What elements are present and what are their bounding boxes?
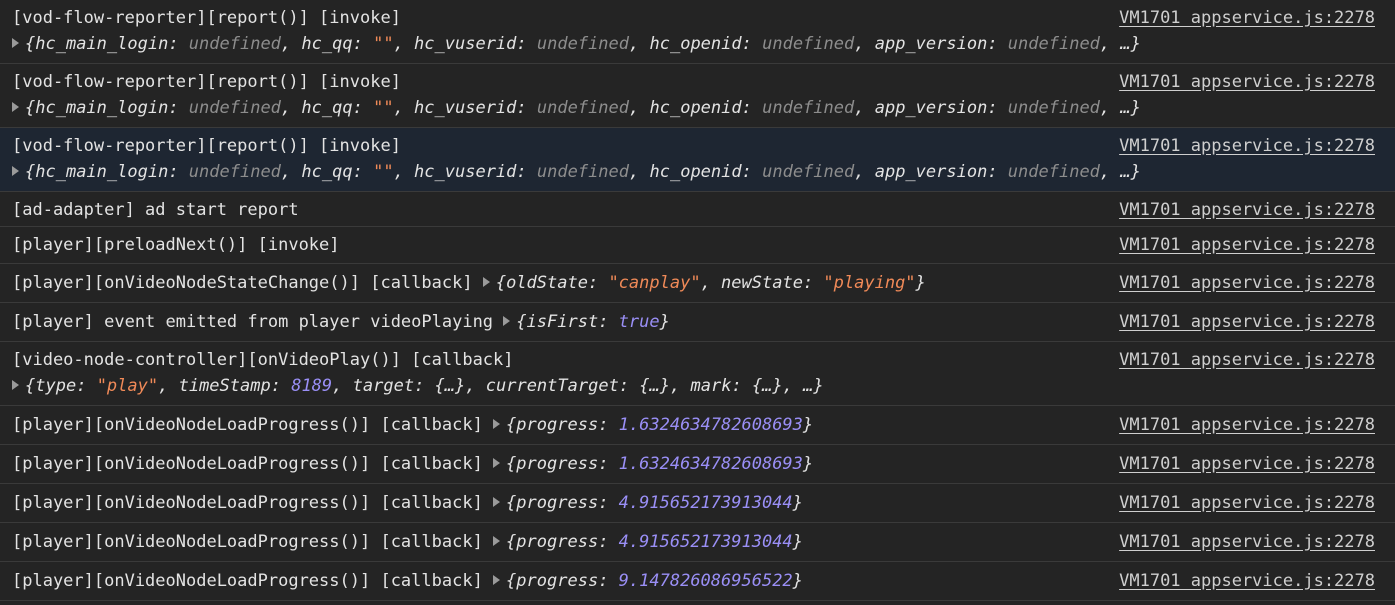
source-link[interactable]: VM1701 appservice.js:2278 [1119, 347, 1375, 373]
source-link[interactable]: VM1701 appservice.js:2278 [1119, 232, 1375, 258]
expand-triangle-icon[interactable] [493, 497, 501, 507]
log-text: [player][onVideoNodeLoadProgress()] [cal… [12, 454, 494, 474]
console-message: [video-node-controller][onVideoPlay()] [… [0, 342, 1395, 406]
object-preview[interactable]: {progress: 1.6324634782608693} [493, 415, 813, 435]
expand-triangle-icon[interactable] [493, 419, 501, 429]
object-preview[interactable]: {progress: 4.915652173913044} [493, 493, 803, 513]
expand-triangle-icon[interactable] [503, 316, 511, 326]
expand-triangle-icon[interactable] [493, 536, 501, 546]
console-message: [player][onVideoNodeLoadProgress()] [cal… [0, 562, 1395, 601]
object-preview[interactable]: {hc_main_login: undefined, hc_qq: "", hc… [12, 159, 1375, 185]
source-link[interactable]: VM1701 appservice.js:2278 [1119, 133, 1375, 159]
console-message: [vod-flow-reporter][report()] [invoke] V… [0, 128, 1395, 192]
devtools-console: [vod-flow-reporter][report()] [invoke] V… [0, 0, 1395, 601]
source-link[interactable]: VM1701 appservice.js:2278 [1119, 451, 1375, 477]
object-preview[interactable]: {oldState: "canplay", newState: "playing… [482, 273, 926, 293]
console-message: [player][onVideoNodeLoadProgress()] [cal… [0, 406, 1395, 445]
console-message: [player][onVideoNodeStateChange()] [call… [0, 264, 1395, 303]
log-text: [player][onVideoNodeLoadProgress()] [cal… [12, 571, 494, 591]
console-message: [player][preloadNext()] [invoke] VM1701 … [0, 227, 1395, 264]
log-text: [player][preloadNext()] [invoke] [12, 235, 340, 255]
object-preview[interactable]: {isFirst: true} [503, 312, 670, 332]
log-text: [ad-adapter] ad start report [12, 200, 299, 220]
console-message: [vod-flow-reporter][report()] [invoke] V… [0, 64, 1395, 128]
source-link[interactable]: VM1701 appservice.js:2278 [1119, 529, 1375, 555]
console-message: [player] event emitted from player video… [0, 303, 1395, 342]
expand-triangle-icon[interactable] [12, 380, 19, 390]
object-preview[interactable]: {hc_main_login: undefined, hc_qq: "", hc… [12, 31, 1375, 57]
source-link[interactable]: VM1701 appservice.js:2278 [1119, 270, 1375, 296]
log-text: [player][onVideoNodeLoadProgress()] [cal… [12, 493, 494, 513]
expand-triangle-icon[interactable] [493, 458, 501, 468]
log-text: [player][onVideoNodeLoadProgress()] [cal… [12, 532, 494, 552]
console-message: [player][onVideoNodeLoadProgress()] [cal… [0, 523, 1395, 562]
log-text: [player][onVideoNodeStateChange()] [call… [12, 273, 483, 293]
source-link[interactable]: VM1701 appservice.js:2278 [1119, 412, 1375, 438]
source-link[interactable]: VM1701 appservice.js:2278 [1119, 197, 1375, 223]
source-link[interactable]: VM1701 appservice.js:2278 [1119, 568, 1375, 594]
log-text: [player][onVideoNodeLoadProgress()] [cal… [12, 415, 494, 435]
log-text: [vod-flow-reporter][report()] [invoke] [12, 72, 401, 92]
log-text: [vod-flow-reporter][report()] [invoke] [12, 136, 401, 156]
source-link[interactable]: VM1701 appservice.js:2278 [1119, 490, 1375, 516]
source-link[interactable]: VM1701 appservice.js:2278 [1119, 309, 1375, 335]
console-message: [player][onVideoNodeLoadProgress()] [cal… [0, 445, 1395, 484]
object-preview[interactable]: {progress: 1.6324634782608693} [493, 454, 813, 474]
object-preview[interactable]: {progress: 4.915652173913044} [493, 532, 803, 552]
source-link[interactable]: VM1701 appservice.js:2278 [1119, 69, 1375, 95]
object-preview[interactable]: {progress: 9.147826086956522} [493, 571, 803, 591]
console-message: [ad-adapter] ad start report VM1701 apps… [0, 192, 1395, 227]
log-text: [vod-flow-reporter][report()] [invoke] [12, 8, 401, 28]
expand-triangle-icon[interactable] [12, 102, 19, 112]
log-text: [video-node-controller][onVideoPlay()] [… [12, 350, 514, 370]
expand-triangle-icon[interactable] [12, 38, 19, 48]
source-link[interactable]: VM1701 appservice.js:2278 [1119, 5, 1375, 31]
expand-triangle-icon[interactable] [12, 166, 19, 176]
console-message: [vod-flow-reporter][report()] [invoke] V… [0, 0, 1395, 64]
expand-triangle-icon[interactable] [482, 277, 490, 287]
expand-triangle-icon[interactable] [493, 575, 501, 585]
object-preview[interactable]: {type: "play", timeStamp: 8189, target: … [12, 373, 1375, 399]
log-text: [player] event emitted from player video… [12, 312, 504, 332]
object-preview[interactable]: {hc_main_login: undefined, hc_qq: "", hc… [12, 95, 1375, 121]
console-message: [player][onVideoNodeLoadProgress()] [cal… [0, 484, 1395, 523]
